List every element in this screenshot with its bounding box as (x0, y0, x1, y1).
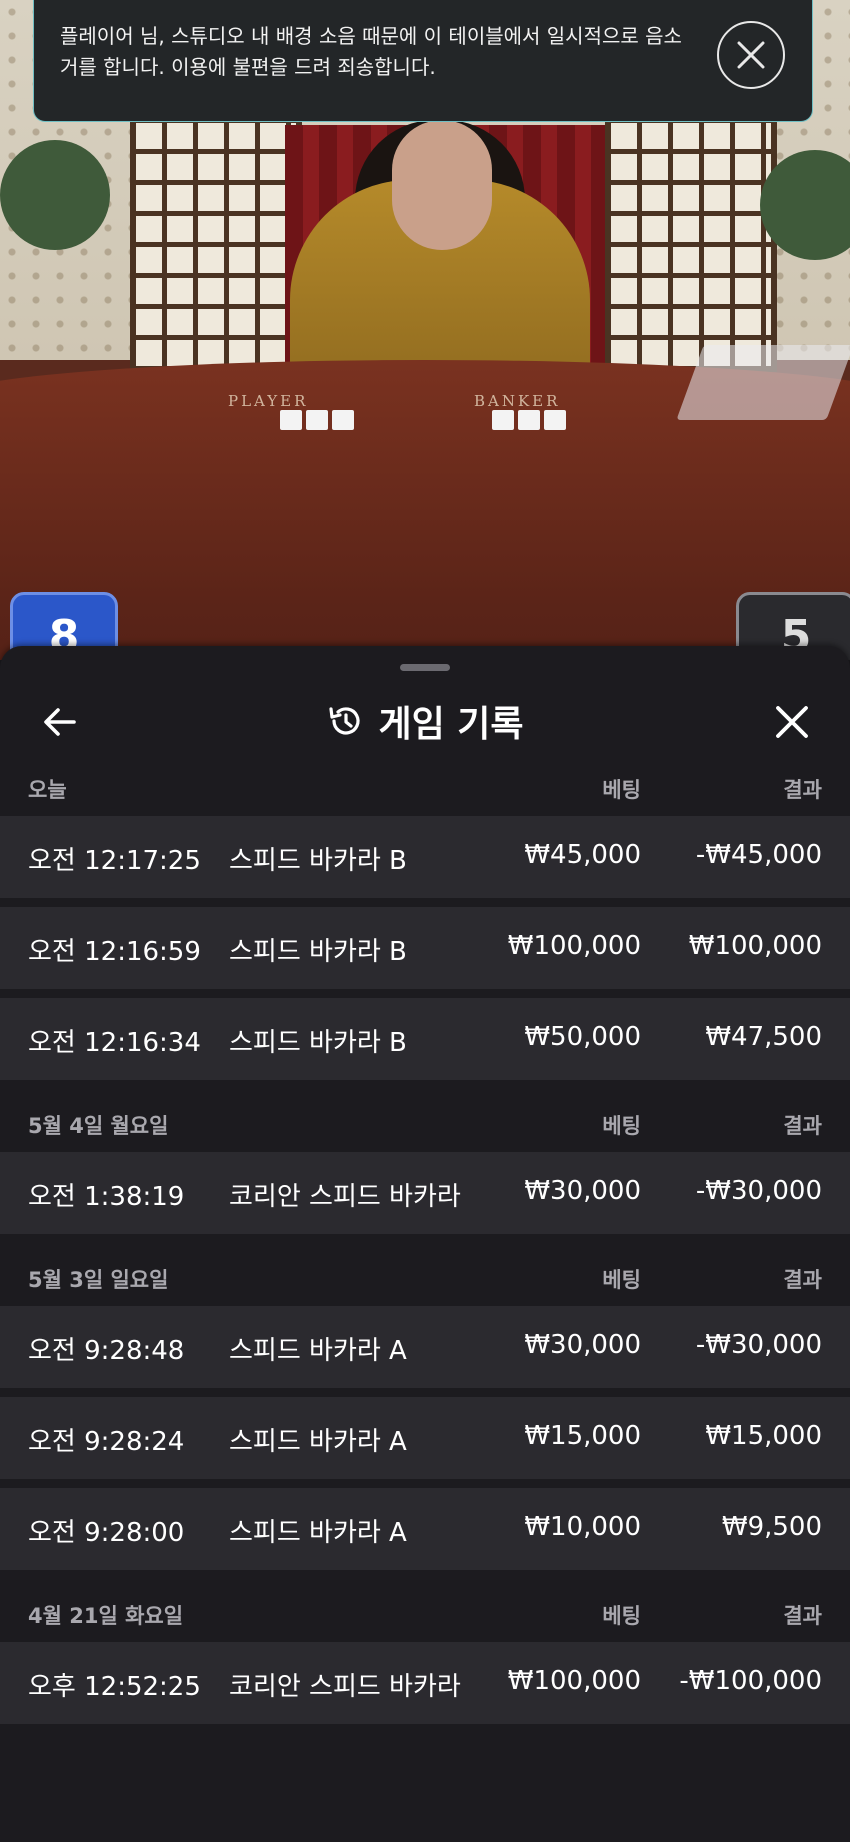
row-bet: ₩30,000 (524, 1176, 641, 1206)
banker-card (544, 410, 566, 430)
date-group-header: 5월 4일 월요일 베팅 결과 (0, 1096, 850, 1152)
row-bet: ₩100,000 (507, 1666, 641, 1696)
date-group-header: 5월 3일 일요일 베팅 결과 (0, 1250, 850, 1306)
row-time: 오전 9:28:24 (28, 1427, 185, 1457)
page-title: 게임 기록 (378, 704, 524, 745)
row-bet: ₩10,000 (524, 1512, 641, 1542)
row-game: 스피드 바카라 A (229, 1336, 407, 1366)
back-button[interactable] (38, 700, 82, 744)
player-area-label: PLAYER (228, 392, 309, 410)
history-row[interactable]: 오전 9:28:48 스피드 바카라 A ₩30,000 -₩30,000 (0, 1306, 850, 1388)
dealer-face (392, 120, 492, 250)
banker-area-label: BANKER (474, 392, 561, 410)
banker-card (492, 410, 514, 430)
date-group-header: 4월 21일 화요일 베팅 결과 (0, 1586, 850, 1642)
close-button[interactable] (770, 700, 814, 744)
lattice-screen-left (130, 110, 302, 372)
history-row[interactable]: 오전 1:38:19 코리안 스피드 바카라 ₩30,000 -₩30,000 (0, 1152, 850, 1234)
row-game: 스피드 바카라 A (229, 1427, 407, 1457)
panel-header: 게임 기록 (0, 686, 850, 756)
row-game: 스피드 바카라 B (229, 1028, 407, 1058)
row-bet: ₩45,000 (524, 840, 641, 870)
history-row[interactable]: 오전 9:28:24 스피드 바카라 A ₩15,000 ₩15,000 (0, 1397, 850, 1479)
row-result: ₩15,000 (705, 1421, 822, 1451)
row-game: 스피드 바카라 B (229, 846, 407, 876)
row-game: 스피드 바카라 A (229, 1518, 407, 1548)
row-result: ₩9,500 (721, 1512, 822, 1542)
row-time: 오후 12:52:25 (28, 1672, 201, 1702)
card-shoe (676, 345, 850, 420)
row-bet: ₩30,000 (524, 1330, 641, 1360)
bonsai-left (0, 140, 110, 250)
arrow-left-icon (44, 708, 76, 736)
notification-close-button[interactable] (717, 21, 785, 89)
row-bet: ₩15,000 (524, 1421, 641, 1451)
history-icon (329, 707, 361, 735)
bet-column-header: 베팅 (602, 1604, 641, 1628)
row-time: 오전 12:17:25 (28, 846, 201, 876)
result-column-header: 결과 (783, 1604, 822, 1628)
result-column-header: 결과 (783, 1114, 822, 1138)
row-game: 코리안 스피드 바카라 (229, 1672, 461, 1702)
row-result: ₩100,000 (688, 931, 822, 961)
history-row[interactable]: 오전 12:17:25 스피드 바카라 B ₩45,000 -₩45,000 (0, 816, 850, 898)
player-card (280, 410, 302, 430)
group-date: 오늘 (28, 778, 67, 802)
result-column-header: 결과 (783, 778, 822, 802)
mute-notification: 플레이어 님, 스튜디오 내 배경 소음 때문에 이 테이블에서 일시적으로 음… (33, 0, 813, 122)
close-icon (776, 706, 808, 738)
banker-card (518, 410, 540, 430)
row-time: 오전 12:16:34 (28, 1028, 201, 1058)
result-column-header: 결과 (783, 1268, 822, 1292)
history-row[interactable]: 오전 12:16:34 스피드 바카라 B ₩50,000 ₩47,500 (0, 998, 850, 1080)
bet-column-header: 베팅 (602, 1268, 641, 1292)
drag-handle[interactable] (400, 664, 450, 671)
date-group-header: 오늘 베팅 결과 (0, 760, 850, 816)
game-history-panel: 게임 기록 오늘 베팅 결과 오전 12:17:25 스피드 바카라 B ₩45… (0, 646, 850, 1842)
group-date: 5월 4일 월요일 (28, 1114, 169, 1138)
row-result: -₩100,000 (679, 1666, 822, 1696)
row-time: 오전 1:38:19 (28, 1182, 185, 1212)
lattice-screen-right (605, 110, 777, 372)
row-result: -₩30,000 (695, 1176, 822, 1206)
bet-column-header: 베팅 (602, 1114, 641, 1138)
group-date: 4월 21일 화요일 (28, 1604, 184, 1628)
row-time: 오전 9:28:00 (28, 1518, 185, 1548)
history-row[interactable]: 오후 12:52:25 코리안 스피드 바카라 ₩100,000 -₩100,0… (0, 1642, 850, 1724)
row-result: ₩47,500 (705, 1022, 822, 1052)
history-list: 오늘 베팅 결과 오전 12:17:25 스피드 바카라 B ₩45,000 -… (0, 760, 850, 1733)
group-date: 5월 3일 일요일 (28, 1268, 169, 1292)
notification-message: 플레이어 님, 스튜디오 내 배경 소음 때문에 이 테이블에서 일시적으로 음… (60, 24, 682, 79)
player-card (332, 410, 354, 430)
row-game: 코리안 스피드 바카라 (229, 1182, 461, 1212)
row-bet: ₩100,000 (507, 931, 641, 961)
title-group: 게임 기록 (0, 686, 850, 756)
history-row[interactable]: 오전 9:28:00 스피드 바카라 A ₩10,000 ₩9,500 (0, 1488, 850, 1570)
row-time: 오전 9:28:48 (28, 1336, 185, 1366)
bet-column-header: 베팅 (602, 778, 641, 802)
player-card (306, 410, 328, 430)
row-result: -₩45,000 (695, 840, 822, 870)
row-result: -₩30,000 (695, 1330, 822, 1360)
history-row[interactable]: 오전 12:16:59 스피드 바카라 B ₩100,000 ₩100,000 (0, 907, 850, 989)
row-time: 오전 12:16:59 (28, 937, 201, 967)
close-icon (737, 41, 765, 69)
row-game: 스피드 바카라 B (229, 937, 407, 967)
row-bet: ₩50,000 (524, 1022, 641, 1052)
